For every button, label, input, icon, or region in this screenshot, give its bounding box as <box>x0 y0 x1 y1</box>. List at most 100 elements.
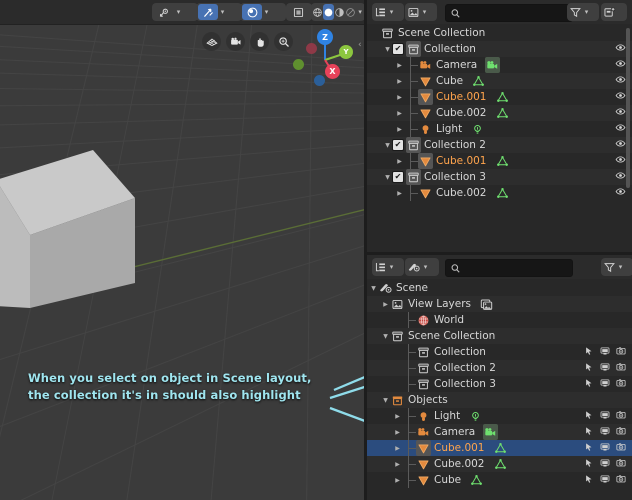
blendfile-filter-button[interactable]: ▾ <box>601 258 632 276</box>
expander-right-icon[interactable]: ▶ <box>395 121 404 137</box>
disable-in-render-icon[interactable] <box>616 378 626 391</box>
hide-in-viewport-eye-icon[interactable] <box>615 90 626 104</box>
snap-magnet-icon[interactable] <box>198 4 218 20</box>
expander-right-icon[interactable]: ▶ <box>395 57 404 73</box>
outliner-view-layer-tree[interactable]: Scene Collection ▼ ✔ Collection ▶ Camera ▶ Cube… <box>367 25 632 252</box>
expander-right-icon[interactable]: ▶ <box>395 73 404 89</box>
hide-in-viewport-eye-icon[interactable] <box>615 106 626 120</box>
expander-down-icon[interactable]: ▼ <box>381 328 390 344</box>
selectable-cursor-icon[interactable] <box>584 426 594 439</box>
expander-right-icon[interactable]: ▶ <box>393 424 402 440</box>
disable-in-render-icon[interactable] <box>616 346 626 359</box>
outliner-row[interactable]: ▼ ✔ Collection <box>367 41 632 57</box>
hide-in-viewport-eye-icon[interactable] <box>615 58 626 72</box>
light-data-icon[interactable] <box>468 408 483 424</box>
chevron-down-icon[interactable]: ▾ <box>387 8 396 16</box>
gizmo-axis-y[interactable]: Y <box>339 45 353 59</box>
expander-down-icon[interactable]: ▼ <box>383 137 392 153</box>
filter-id-type-icon[interactable]: ▾ <box>405 3 437 21</box>
disable-in-viewport-icon[interactable] <box>600 346 610 359</box>
selectable-cursor-icon[interactable] <box>584 378 594 391</box>
mesh-object-icon[interactable] <box>416 456 431 472</box>
proportional-editing-icon[interactable] <box>242 4 262 20</box>
outliner-row[interactable]: ▶ Camera <box>367 424 632 440</box>
new-collection-button[interactable] <box>601 3 627 21</box>
selectable-cursor-icon[interactable] <box>584 410 594 423</box>
gizmo-axis-neg-x[interactable] <box>293 59 304 70</box>
gizmo-axis-x[interactable]: X <box>325 64 340 79</box>
disable-in-viewport-icon[interactable] <box>600 378 610 391</box>
outliner-row[interactable]: ▶ Cube.002 <box>367 185 632 201</box>
expander-right-icon[interactable]: ▶ <box>393 440 402 456</box>
outliner-blender-file-header[interactable]: ▾ ▾ ▾ <box>367 255 632 279</box>
hide-in-viewport-eye-icon[interactable] <box>615 42 626 56</box>
outliner-row[interactable]: Scene Collection <box>367 25 632 41</box>
disable-in-viewport-icon[interactable] <box>600 442 610 455</box>
sidebar-expand-arrow-icon[interactable]: ‹ <box>358 40 362 50</box>
outliner-row[interactable]: ▶ Light <box>367 121 632 137</box>
mesh-object-icon[interactable] <box>418 153 433 169</box>
mesh-object-icon[interactable] <box>418 89 433 105</box>
viewport-axis-gizmo[interactable]: Z Y X <box>293 26 360 88</box>
expander-right-icon[interactable]: ▶ <box>393 472 402 488</box>
collection-icon[interactable] <box>416 344 431 360</box>
disable-in-render-icon[interactable] <box>616 410 626 423</box>
disable-in-viewport-icon[interactable] <box>600 410 610 423</box>
outliner-row[interactable]: ▼ ✔ Collection 3 <box>367 169 632 185</box>
transform-pivot-icon[interactable] <box>154 4 174 20</box>
hide-in-viewport-eye-icon[interactable] <box>615 170 626 184</box>
expander-right-icon[interactable]: ▶ <box>395 153 404 169</box>
outliner-row[interactable]: Collection 3 <box>367 376 632 392</box>
selectable-cursor-icon[interactable] <box>584 346 594 359</box>
mesh-data-icon[interactable] <box>469 472 484 488</box>
mesh-object-icon[interactable] <box>416 472 431 488</box>
xray-icon[interactable] <box>288 4 308 20</box>
collection-icon[interactable] <box>406 137 421 153</box>
outliner-row[interactable]: ▼ Scene <box>367 280 632 296</box>
hide-in-viewport-eye-icon[interactable] <box>615 186 626 200</box>
outliner-row[interactable]: ▶ Cube.001 <box>367 89 632 105</box>
outliner-display-mode-icon-2[interactable]: ▾ <box>372 258 404 276</box>
disable-in-render-icon[interactable] <box>616 442 626 455</box>
outliner-row[interactable]: World <box>367 312 632 328</box>
outliner-blender-file[interactable]: ▾ ▾ ▾ ▼ Scene ▶ View Layers World ▼ Scene Coll… <box>367 255 632 500</box>
light-object-icon[interactable] <box>416 408 431 424</box>
outliner-view-layer-header[interactable]: ▾ ▾ ▾ <box>367 0 632 24</box>
3d-viewport[interactable]: ▾ ▾ ▾ ▾ Z Y X ‹ When you select on objec… <box>0 0 367 500</box>
id-type-filter-icon[interactable]: ▾ <box>405 258 439 276</box>
chevron-down-icon[interactable]: ▾ <box>582 8 591 16</box>
viewport-header[interactable]: ▾ ▾ ▾ ▾ <box>0 0 367 25</box>
outliner-row[interactable]: ▶ Cube <box>367 472 632 488</box>
rendered-shading-icon[interactable] <box>345 4 356 20</box>
collection-enable-checkbox[interactable]: ✔ <box>392 139 404 151</box>
outliner-view-layer[interactable]: ▾ ▾ ▾ Scene Collection ▼ ✔ Collection ▶ Camer… <box>367 0 632 252</box>
mesh-data-icon[interactable] <box>495 153 510 169</box>
solid-shading-icon[interactable] <box>323 4 335 20</box>
expander-right-icon[interactable]: ▶ <box>393 456 402 472</box>
scene-icon[interactable] <box>378 280 393 296</box>
blendfile-search-input[interactable] <box>445 259 573 277</box>
selectable-cursor-icon[interactable] <box>584 362 594 375</box>
chevron-down-icon[interactable]: ▾ <box>174 8 183 16</box>
expander-down-icon[interactable]: ▼ <box>383 169 392 185</box>
collection-icon[interactable] <box>380 25 395 41</box>
outliner-row[interactable]: ▶ Cube <box>367 73 632 89</box>
collection-icon[interactable] <box>416 360 431 376</box>
hide-in-viewport-eye-icon[interactable] <box>615 138 626 152</box>
mesh-object-icon[interactable] <box>416 440 431 456</box>
light-object-icon[interactable] <box>418 121 433 137</box>
camera-object-icon[interactable] <box>418 57 433 73</box>
mesh-data-icon[interactable] <box>495 89 510 105</box>
collection-icon[interactable] <box>406 41 421 57</box>
chevron-down-icon[interactable]: ▾ <box>262 8 271 16</box>
selectable-cursor-icon[interactable] <box>584 458 594 471</box>
expander-right-icon[interactable]: ▶ <box>395 89 404 105</box>
collection-enable-checkbox[interactable]: ✔ <box>392 43 404 55</box>
mesh-object-icon[interactable] <box>418 185 433 201</box>
outliner-row[interactable]: ▼ ✔ Collection 2 <box>367 137 632 153</box>
selectable-cursor-icon[interactable] <box>584 442 594 455</box>
snapping-group[interactable]: ▾ <box>196 3 242 21</box>
light-data-icon[interactable] <box>470 121 485 137</box>
collection-icon[interactable] <box>416 376 431 392</box>
outliner-row[interactable]: ▶ Cube.001 <box>367 153 632 169</box>
